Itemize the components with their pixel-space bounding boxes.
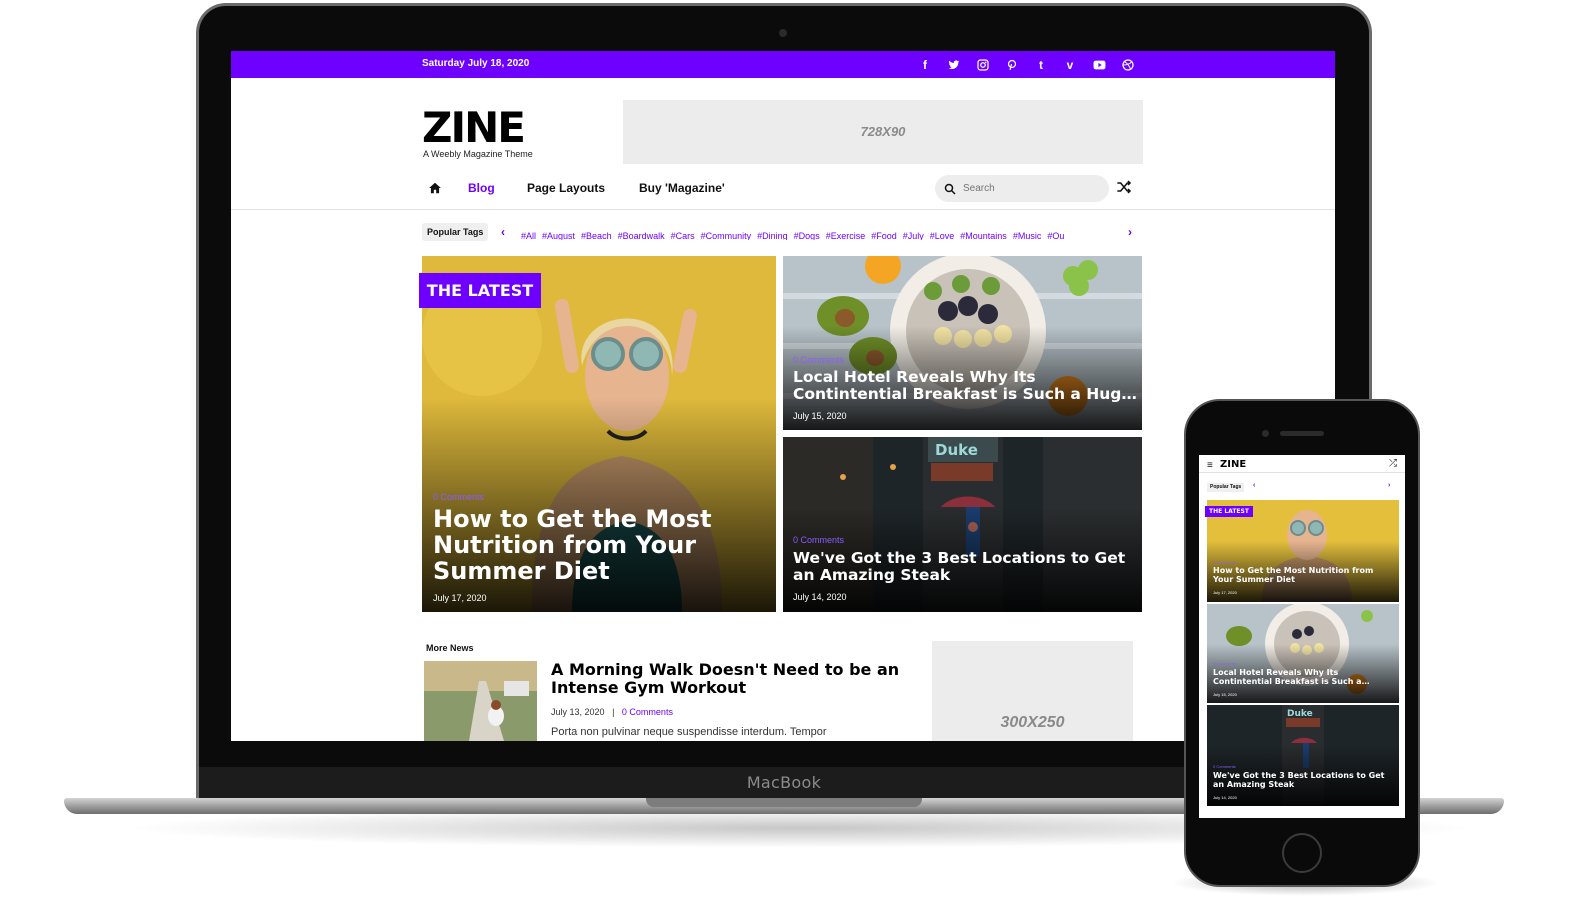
nav-blog[interactable]: Blog — [468, 181, 495, 195]
tag-link[interactable]: #Music — [1013, 231, 1042, 240]
laptop-screen: Saturday July 18, 2020 f t v ZINE A Weeb… — [231, 51, 1335, 741]
news-thumbnail[interactable] — [424, 661, 537, 741]
phone-popular-tags-label: Popular Tags — [1207, 483, 1245, 492]
tag-link[interactable]: #Exercise — [826, 231, 866, 240]
phone-camera — [1262, 430, 1269, 437]
tag-link[interactable]: #Cars — [671, 231, 695, 240]
twitter-icon[interactable] — [946, 57, 962, 73]
tag-link[interactable]: #August — [542, 231, 575, 240]
the-latest-badge: THE LATEST — [419, 273, 541, 308]
news-excerpt: Porta non pulvinar neque suspendisse int… — [551, 726, 827, 738]
webcam — [779, 29, 787, 37]
ad-sidebar-300x250[interactable]: 300X250 — [932, 641, 1133, 741]
card-title[interactable]: Local Hotel Reveals Why Its Contintentia… — [793, 369, 1138, 403]
card-comments-link[interactable]: 0 Comments — [793, 355, 844, 365]
featured-side-card[interactable]: Duke 0 Comments We've Got the 3 Best Loc… — [783, 437, 1142, 612]
dribbble-icon[interactable] — [1120, 57, 1136, 73]
tag-link[interactable]: #July — [903, 231, 924, 240]
featured-main-card[interactable]: 0 Comments How to Get the Most Nutrition… — [422, 256, 776, 612]
card-comments-link[interactable]: 0 Comments — [1213, 661, 1236, 666]
laptop-notch — [646, 798, 922, 807]
chevron-right-icon[interactable]: › — [1128, 225, 1132, 239]
card-title[interactable]: We've Got the 3 Best Locations to Get an… — [793, 550, 1138, 584]
tumblr-icon[interactable]: t — [1033, 57, 1049, 73]
card-date: July 17, 2020 — [1213, 590, 1237, 595]
card-title[interactable]: How to Get the Most Nutrition from Your … — [433, 506, 733, 585]
site-logo[interactable]: ZINE — [422, 107, 526, 149]
header-divider — [231, 209, 1335, 210]
chevron-right-icon[interactable]: › — [1388, 482, 1390, 489]
top-bar: Saturday July 18, 2020 f t v — [231, 51, 1335, 78]
news-date: July 13, 2020 — [551, 707, 605, 717]
phone-tags-list: #All#August#Beach#Boardwalk#Cars#C — [1263, 483, 1377, 491]
card-date: July 14, 2020 — [793, 592, 847, 602]
card-title[interactable]: We've Got the 3 Best Locations to Get an… — [1213, 771, 1393, 789]
youtube-icon[interactable] — [1091, 57, 1107, 73]
card-date: July 15, 2020 — [793, 411, 847, 421]
meta-separator: | — [612, 707, 615, 717]
card-title[interactable]: How to Get the Most Nutrition from Your … — [1213, 566, 1393, 584]
facebook-icon[interactable]: f — [917, 57, 933, 73]
tag-link[interactable]: #Ou — [1047, 231, 1064, 240]
popular-tags-label: Popular Tags — [422, 223, 489, 241]
shuffle-icon[interactable] — [1116, 179, 1134, 197]
card-comments-link[interactable]: 0 Comments — [1213, 764, 1236, 769]
card-title[interactable]: Local Hotel Reveals Why Its Contintentia… — [1213, 668, 1393, 686]
more-news-label: More News — [426, 643, 474, 653]
phone-screen: ≡ ZINE ⤮ Popular Tags ‹ #All#August#Beac… — [1199, 455, 1405, 818]
site-tagline: A Weebly Magazine Theme — [423, 149, 533, 159]
tag-link[interactable]: #Dining — [757, 231, 788, 240]
shuffle-icon[interactable]: ⤮ — [1389, 458, 1397, 469]
svg-text:Duke: Duke — [935, 441, 978, 459]
phone-card[interactable]: Duke 0 Comments We've Got the 3 Best Loc… — [1207, 705, 1399, 806]
card-comments-link[interactable]: 0 Comments — [433, 492, 484, 502]
chevron-left-icon[interactable]: ‹ — [1253, 482, 1255, 489]
phone-header-divider — [1199, 472, 1405, 473]
tag-link[interactable]: #Beach — [581, 231, 612, 240]
search-box[interactable] — [935, 175, 1109, 202]
popular-tags-list: #All #August #Beach #Boardwalk #Cars #Communi… — [521, 226, 1103, 240]
tag-link[interactable]: #Mountains — [960, 231, 1007, 240]
news-meta: July 13, 2020 | 0 Comments — [551, 707, 673, 717]
news-comments-link[interactable]: 0 Comments — [622, 707, 673, 717]
vimeo-icon[interactable]: v — [1062, 57, 1078, 73]
card-comments-link[interactable]: 0 Comments — [793, 535, 844, 545]
phone-home-button[interactable] — [1282, 833, 1322, 873]
tag-link[interactable]: #Food — [871, 231, 897, 240]
tag-link[interactable]: #Love — [930, 231, 955, 240]
phone-logo[interactable]: ZINE — [1220, 459, 1246, 470]
current-date: Saturday July 18, 2020 — [422, 58, 530, 69]
svg-text:Duke: Duke — [1287, 709, 1313, 719]
ad-banner-728x90[interactable]: 728X90 — [623, 100, 1143, 164]
pinterest-icon[interactable] — [1004, 57, 1020, 73]
search-input[interactable] — [963, 175, 1103, 202]
instagram-icon[interactable] — [975, 57, 991, 73]
nav-buy-magazine[interactable]: Buy 'Magazine' — [639, 181, 725, 195]
nav-page-layouts[interactable]: Page Layouts — [527, 181, 605, 195]
phone-speaker — [1280, 431, 1324, 436]
tag-link[interactable]: #Boardwalk — [618, 231, 665, 240]
card-date: July 17, 2020 — [433, 593, 487, 603]
card-date: July 15, 2020 — [1213, 692, 1237, 697]
tag-link[interactable]: #All — [521, 231, 536, 240]
chevron-left-icon[interactable]: ‹ — [501, 225, 505, 239]
card-date: July 14, 2020 — [1213, 795, 1237, 800]
featured-side-card[interactable]: 0 Comments Local Hotel Reveals Why Its C… — [783, 256, 1142, 430]
tag-link[interactable]: #Dogs — [794, 231, 820, 240]
tag-link[interactable]: #Community — [701, 231, 752, 240]
phone-card[interactable]: 0 Comments Local Hotel Reveals Why Its C… — [1207, 604, 1399, 703]
home-icon[interactable] — [428, 181, 442, 195]
the-latest-badge: THE LATEST — [1205, 506, 1253, 517]
card-comments-link[interactable]: 0 Comments — [1213, 560, 1236, 565]
hamburger-menu-icon[interactable]: ≡ — [1207, 460, 1213, 471]
news-title[interactable]: A Morning Walk Doesn't Need to be an Int… — [551, 661, 911, 697]
search-icon[interactable] — [944, 182, 956, 195]
